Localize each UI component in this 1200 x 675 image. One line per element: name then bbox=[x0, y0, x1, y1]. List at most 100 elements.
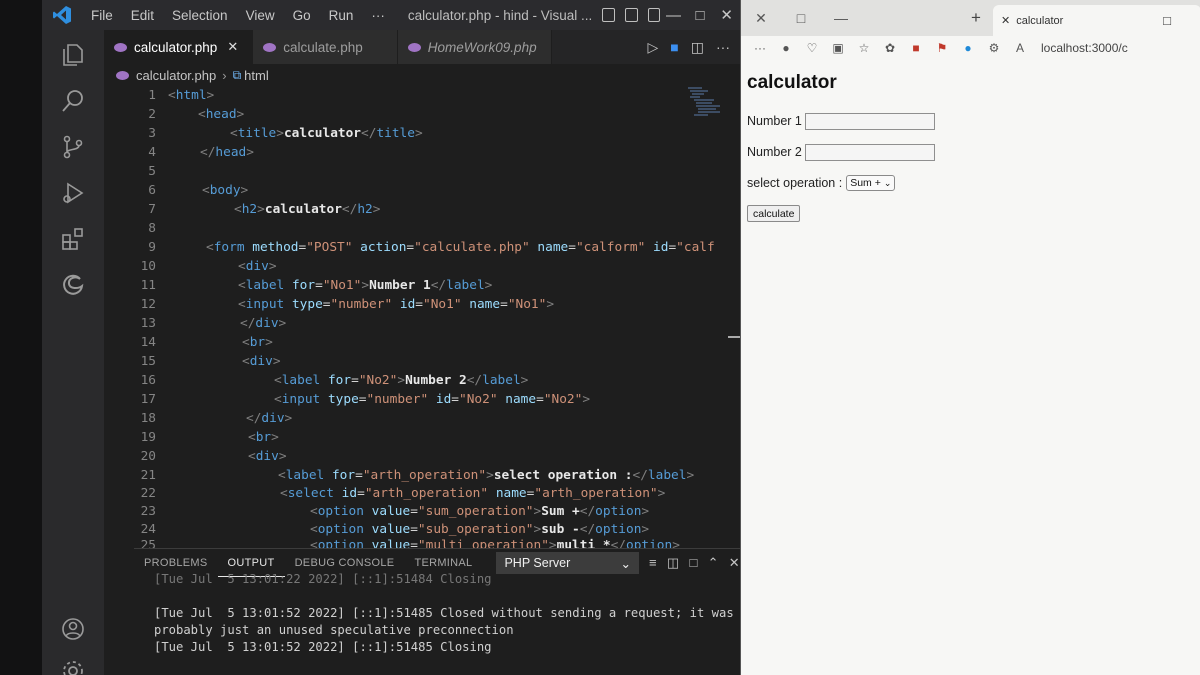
code-line: <br> bbox=[248, 430, 279, 445]
line-number: 19 bbox=[140, 430, 156, 445]
line-number: 25 bbox=[140, 538, 156, 548]
split-editor-icon[interactable]: ◫ bbox=[691, 39, 704, 56]
menu-edit[interactable]: Edit bbox=[122, 8, 163, 23]
output-log: [Tue Jul 5 13:01:22 2022] [::1]:51484 Cl… bbox=[154, 571, 734, 656]
breadcrumb-symbol[interactable]: html bbox=[244, 68, 269, 83]
layout-customize-icon[interactable] bbox=[647, 8, 661, 22]
extensions-icon[interactable]: ✿ bbox=[877, 41, 903, 55]
edge-icon[interactable]: ● bbox=[955, 41, 981, 55]
clear-output-icon[interactable]: ≡ bbox=[649, 555, 657, 571]
vscode-logo-icon bbox=[52, 3, 72, 27]
chevron-down-icon: ⌄ bbox=[883, 177, 892, 188]
minimize-icon[interactable]: — bbox=[660, 7, 687, 24]
browser-toolbar: ··· ● ♡ ▣ ☆ ✿ ■ ⚑ ● ⚙ A localhost:3000/c bbox=[741, 36, 1200, 60]
operation-select-value: Sum + bbox=[850, 177, 881, 189]
number1-label: Number 1 bbox=[747, 114, 802, 128]
code-line: <head> bbox=[198, 107, 245, 122]
php-file-icon bbox=[114, 42, 127, 52]
maximize-icon[interactable]: □ bbox=[687, 7, 714, 24]
accounts-icon[interactable] bbox=[56, 612, 90, 646]
address-bar[interactable]: localhost:3000/c bbox=[1041, 41, 1128, 55]
more-menu-icon[interactable]: ··· bbox=[747, 41, 773, 55]
close-icon[interactable]: ✕ bbox=[713, 6, 740, 24]
close-window-icon[interactable]: ✕ bbox=[741, 10, 781, 27]
chevron-right-icon: › bbox=[222, 67, 227, 83]
breadcrumb: calculator.php › ⧉ html bbox=[104, 64, 740, 86]
layout-panel-icon[interactable] bbox=[624, 8, 638, 22]
search-icon[interactable] bbox=[56, 84, 90, 118]
window-title: calculator.php - hind - Visual ... bbox=[407, 7, 593, 23]
code-line: <input type="number" id="No2" name="No2"… bbox=[274, 392, 591, 407]
code-line: <html> bbox=[168, 88, 215, 103]
open-preview-icon[interactable]: ■ bbox=[670, 39, 678, 55]
code-line: <div> bbox=[242, 354, 281, 369]
code-line: <option value="sum_operation">Sum +</opt… bbox=[310, 504, 650, 519]
collections-icon[interactable]: ▣ bbox=[825, 41, 851, 55]
source-control-icon[interactable] bbox=[56, 130, 90, 164]
minimize-window-icon[interactable]: — bbox=[821, 10, 861, 26]
new-tab-icon[interactable]: + bbox=[971, 8, 981, 28]
lock-icon[interactable]: ◫ bbox=[667, 555, 680, 571]
profile-avatar-icon[interactable]: ● bbox=[773, 41, 799, 55]
screen: File Edit Selection View Go Run ··· calc… bbox=[0, 0, 1200, 675]
manage-gear-icon[interactable] bbox=[56, 654, 90, 675]
operation-row: select operation : Sum + ⌄ bbox=[747, 172, 1195, 194]
close-tab-icon[interactable]: ✕ bbox=[227, 39, 238, 55]
scrollbar-marker[interactable] bbox=[728, 336, 740, 338]
code-editor[interactable]: 1 2 3 4 5 6 7 8 9 10 11 12 13 14 15 16 17 18 19 20 21 22 23 24 2… bbox=[104, 86, 740, 548]
line-number: 10 bbox=[140, 259, 156, 274]
chevron-down-icon: ⌄ bbox=[620, 556, 631, 571]
code-line: <input type="number" id="No1" name="No1"… bbox=[238, 297, 555, 312]
menu-selection[interactable]: Selection bbox=[163, 8, 237, 23]
browser-tab[interactable]: ✕ calculator □ bbox=[993, 5, 1200, 36]
tracking-prevention-icon[interactable]: ⚙ bbox=[981, 41, 1007, 55]
restore-window-icon[interactable]: □ bbox=[781, 10, 821, 26]
layout-sidebar-icon[interactable] bbox=[602, 8, 615, 22]
code-line: <label for="No2">Number 2</label> bbox=[274, 373, 529, 388]
code-line: <label for="No1">Number 1</label> bbox=[238, 278, 493, 293]
tab-homework09[interactable]: HomeWork09.php bbox=[397, 30, 552, 64]
health-icon[interactable]: ♡ bbox=[799, 41, 825, 55]
read-aloud-icon[interactable]: A bbox=[1007, 41, 1033, 55]
explorer-icon[interactable] bbox=[56, 38, 90, 72]
code-line: </head> bbox=[200, 145, 254, 160]
line-number: 3 bbox=[148, 126, 156, 141]
line-number: 11 bbox=[140, 278, 156, 293]
menu-more[interactable]: ··· bbox=[362, 8, 394, 23]
run-php-icon[interactable]: ▷ bbox=[648, 39, 659, 56]
calculate-button[interactable]: calculate bbox=[747, 205, 801, 222]
minimap[interactable] bbox=[686, 86, 726, 126]
favorites-star-icon[interactable]: ☆ bbox=[851, 41, 877, 55]
code-line: <select id="arth_operation" name="arth_o… bbox=[280, 486, 666, 501]
shopping-icon[interactable]: ■ bbox=[903, 41, 929, 55]
menu-run[interactable]: Run bbox=[320, 8, 363, 23]
menu-view[interactable]: View bbox=[237, 8, 284, 23]
more-actions-icon[interactable]: ··· bbox=[716, 39, 730, 55]
bottom-panel: PROBLEMS OUTPUT DEBUG CONSOLE TERMINAL P… bbox=[134, 548, 740, 675]
flag-icon[interactable]: ⚑ bbox=[929, 41, 955, 55]
extensions-icon[interactable] bbox=[56, 222, 90, 256]
line-number: 5 bbox=[148, 164, 156, 179]
code-line: </div> bbox=[240, 316, 287, 331]
menu-file[interactable]: File bbox=[82, 8, 122, 23]
line-number: 15 bbox=[140, 354, 156, 369]
number1-input[interactable] bbox=[804, 112, 935, 130]
close-tab-icon[interactable]: ✕ bbox=[1001, 14, 1010, 27]
run-debug-icon[interactable] bbox=[56, 176, 90, 210]
code-line: <h2>calculator</h2> bbox=[234, 202, 381, 217]
tab-label: calculator.php bbox=[134, 39, 218, 55]
tab-calculate[interactable]: calculate.php bbox=[253, 30, 398, 64]
menu-go[interactable]: Go bbox=[284, 8, 320, 23]
close-panel-icon[interactable]: ✕ bbox=[729, 555, 740, 571]
line-number: 1 bbox=[148, 88, 156, 103]
operation-select[interactable]: Sum + ⌄ bbox=[846, 175, 896, 191]
edge-devtools-icon[interactable] bbox=[56, 268, 90, 302]
open-log-icon[interactable]: □ bbox=[689, 555, 697, 571]
code-line: <title>calculator</title> bbox=[230, 126, 423, 141]
maximize-panel-icon[interactable]: ⌃ bbox=[708, 555, 719, 571]
tab-label: calculate.php bbox=[283, 39, 363, 55]
breadcrumb-file[interactable]: calculator.php bbox=[136, 68, 216, 83]
tab-calculator[interactable]: calculator.php ✕ bbox=[104, 30, 254, 64]
number2-input[interactable] bbox=[804, 143, 935, 161]
